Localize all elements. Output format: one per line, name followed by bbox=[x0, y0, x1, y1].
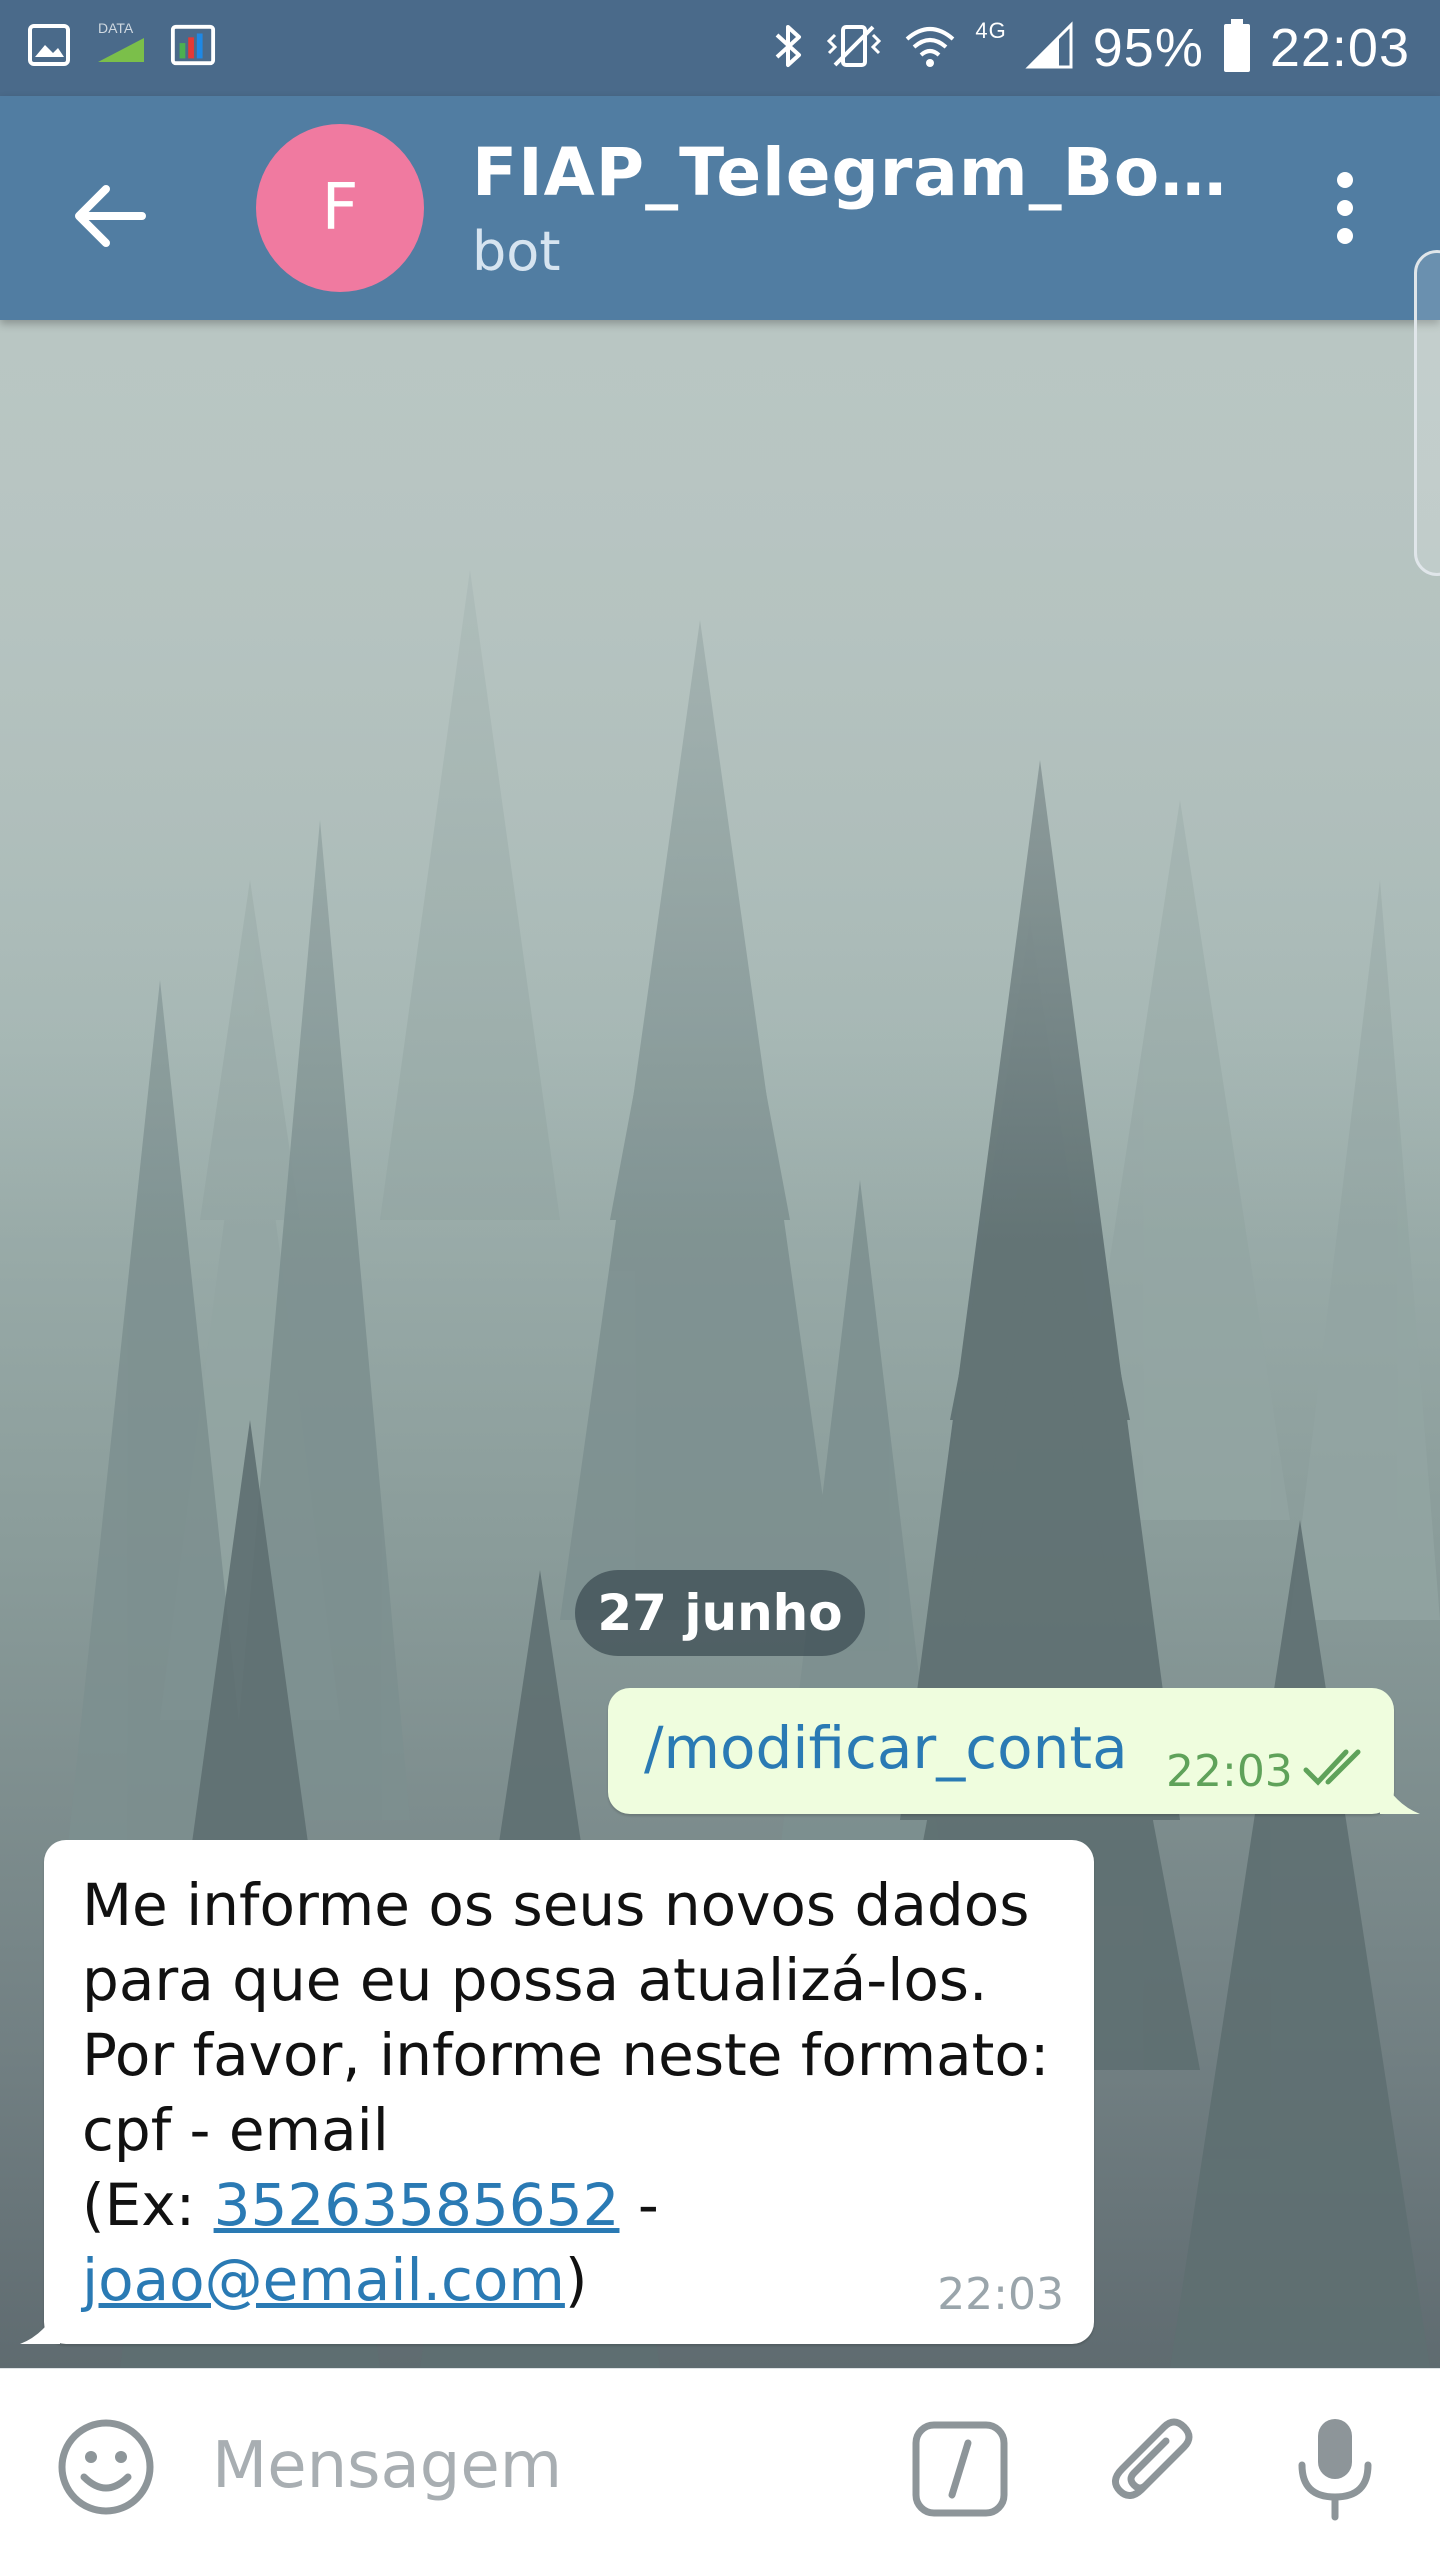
bot-command-icon bbox=[912, 2421, 1008, 2517]
date-separator: 27 junho bbox=[575, 1570, 865, 1656]
battery-icon bbox=[1222, 18, 1252, 79]
double-check-icon bbox=[1303, 1749, 1361, 1786]
bubble-tail bbox=[20, 2304, 60, 2344]
battery-percentage: 95% bbox=[1092, 18, 1204, 78]
clock: 22:03 bbox=[1269, 18, 1410, 78]
incoming-message[interactable]: Me informe os seus novos dados para que … bbox=[20, 1840, 1094, 2344]
emoji-icon bbox=[58, 2419, 154, 2515]
outgoing-message[interactable]: /modificar_conta 22:03 bbox=[608, 1688, 1420, 1814]
message-text: Me informe os seus novos dados para que … bbox=[82, 1868, 1072, 2318]
scroll-handle[interactable] bbox=[1414, 250, 1440, 576]
emoji-button[interactable] bbox=[56, 2417, 156, 2517]
microphone-icon bbox=[1298, 2419, 1372, 2521]
message-time: 22:03 bbox=[1166, 1746, 1293, 1797]
message-input[interactable] bbox=[210, 2419, 854, 2513]
bluetooth-icon bbox=[771, 21, 805, 76]
chat-title[interactable]: FIAP_Telegram_Bot_D… bbox=[472, 134, 1252, 211]
message-line: (Ex: 35263585652 - bbox=[82, 2168, 1072, 2243]
attach-button[interactable] bbox=[1100, 2413, 1210, 2523]
message-time: 22:03 bbox=[937, 2269, 1064, 2320]
vibrate-icon bbox=[823, 21, 885, 76]
gallery-icon bbox=[26, 20, 72, 70]
more-options-button[interactable] bbox=[1300, 158, 1390, 258]
phone-link[interactable]: 35263585652 bbox=[214, 2171, 620, 2239]
bot-command-link[interactable]: /modificar_conta bbox=[644, 1714, 1128, 1782]
voice-message-button[interactable] bbox=[1290, 2413, 1380, 2523]
email-link[interactable]: joao@email.com bbox=[82, 2246, 565, 2314]
example-separator: - bbox=[619, 2171, 659, 2239]
back-arrow-icon bbox=[75, 185, 146, 247]
example-prefix: (Ex: bbox=[82, 2171, 214, 2239]
message-line: para que eu possa atualizá-los. bbox=[82, 1946, 988, 2014]
more-vert-icon bbox=[1337, 172, 1353, 244]
message-line: joao@email.com) bbox=[82, 2243, 1072, 2318]
avatar[interactable]: F bbox=[256, 124, 424, 292]
status-bar: DATA 4G 95% 22:03 bbox=[0, 0, 1440, 96]
bubble-tail bbox=[1380, 1774, 1420, 1814]
bot-commands-button[interactable] bbox=[910, 2419, 1010, 2519]
message-line: cpf - email bbox=[82, 2096, 389, 2164]
chat-header: F FIAP_Telegram_Bot_D… bot bbox=[0, 96, 1440, 320]
message-composer bbox=[0, 2368, 1440, 2560]
back-button[interactable] bbox=[60, 166, 160, 266]
data-icon: DATA bbox=[96, 20, 146, 70]
example-suffix: ) bbox=[564, 2246, 588, 2314]
message-line: Me informe os seus novos dados bbox=[82, 1871, 1030, 1939]
message-line: Por favor, informe neste formato: bbox=[82, 2021, 1050, 2089]
attach-icon bbox=[1112, 2418, 1193, 2499]
monitor-icon bbox=[170, 20, 216, 70]
network-type: 4G bbox=[975, 18, 1007, 43]
wifi-icon bbox=[903, 21, 957, 76]
signal-icon bbox=[1025, 20, 1075, 76]
chat-subtitle: bot bbox=[472, 220, 561, 283]
